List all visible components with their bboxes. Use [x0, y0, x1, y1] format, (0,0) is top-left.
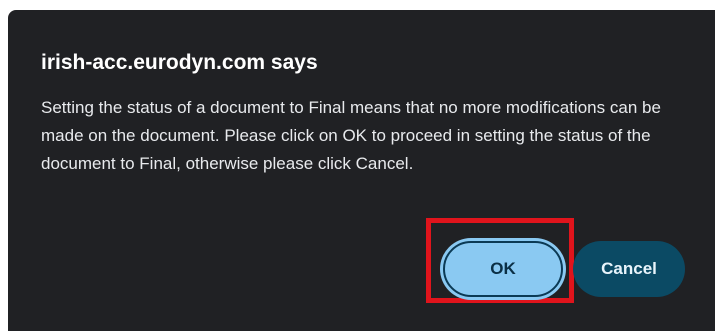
dialog-message: Setting the status of a document to Fina… — [41, 98, 661, 173]
cancel-button[interactable]: Cancel — [573, 241, 685, 297]
ok-button[interactable]: OK — [443, 241, 563, 297]
dialog-title: irish-acc.eurodyn.com says — [41, 51, 318, 74]
